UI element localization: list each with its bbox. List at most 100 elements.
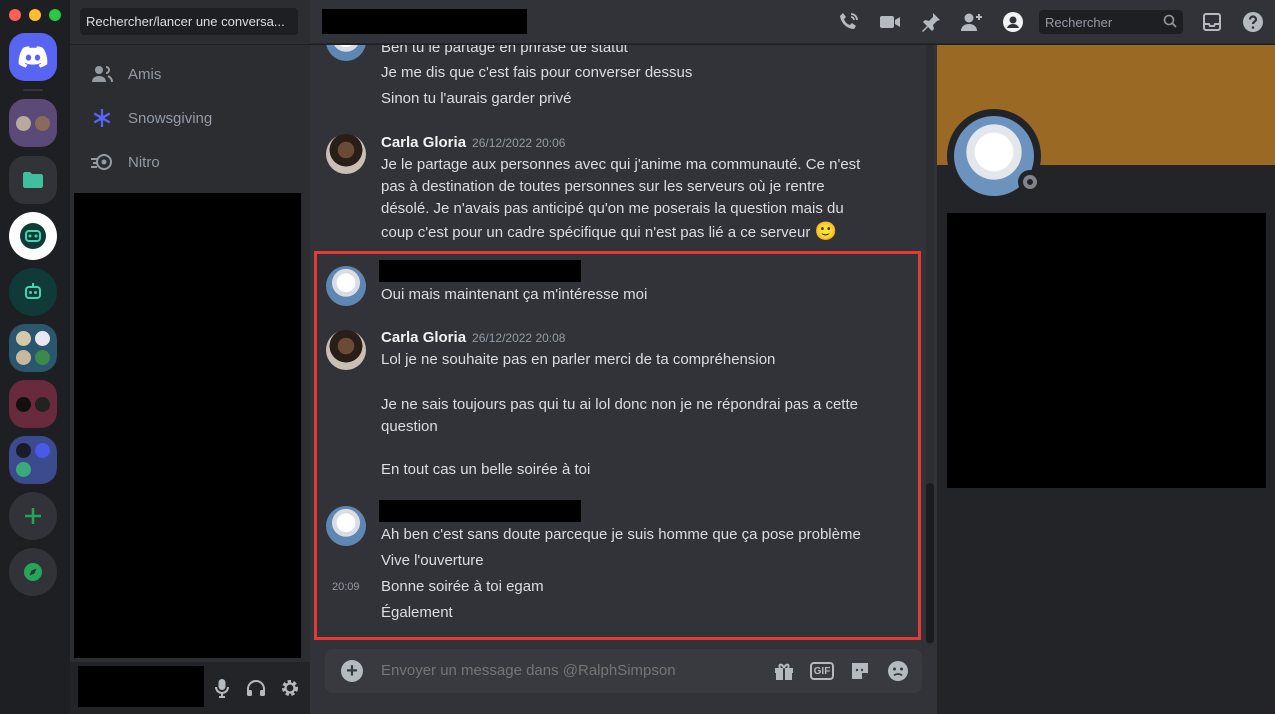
message-line: Bonne soirée à toi egam	[381, 578, 544, 595]
find-conversation-button[interactable]: Rechercher/lancer une conversa...	[80, 8, 298, 35]
message-side-timestamp: 20:09	[332, 581, 360, 593]
message-line: Ah ben c'est sans doute parceque je suis…	[381, 526, 861, 543]
start-voice-call-icon[interactable]	[837, 10, 861, 34]
search-icon	[1163, 14, 1177, 31]
rail-divider	[23, 89, 43, 91]
message-line: Vive l'ouverture	[381, 552, 484, 569]
close-window-button[interactable]	[9, 9, 21, 21]
snowflake-icon	[90, 106, 114, 130]
window-controls	[9, 9, 61, 21]
server-icon	[16, 331, 31, 347]
add-friends-icon[interactable]	[960, 10, 984, 34]
gif-icon[interactable]: GIF	[810, 662, 834, 680]
message-line: Également	[381, 604, 453, 621]
server-icon	[16, 443, 31, 459]
explore-servers-button[interactable]	[9, 548, 57, 596]
help-icon[interactable]	[1241, 10, 1265, 34]
server-icon	[34, 115, 50, 131]
message-line: Je me dis que c'est fais pour converser …	[381, 64, 693, 81]
offline-status-icon	[1018, 170, 1042, 194]
pinned-messages-icon[interactable]	[919, 10, 943, 34]
search-placeholder: Rechercher	[1045, 14, 1113, 30]
server-folder-5[interactable]	[9, 436, 57, 484]
user-panel	[70, 662, 310, 714]
upload-plus-icon[interactable]: +	[341, 660, 363, 682]
message-author[interactable]: Carla Gloria	[381, 329, 466, 346]
redacted-author-name	[379, 260, 581, 282]
redacted-profile-info	[947, 213, 1266, 488]
user-profile-panel	[937, 45, 1275, 714]
user-avatar[interactable]	[326, 134, 366, 174]
start-video-call-icon[interactable]	[878, 10, 902, 34]
sidebar-item-label: Amis	[128, 65, 162, 83]
discord-logo-icon	[18, 46, 48, 68]
microphone-icon[interactable]	[212, 678, 232, 698]
server-icon	[16, 461, 31, 477]
server-folder-1[interactable]	[9, 99, 57, 147]
add-server-button[interactable]	[9, 492, 57, 540]
slightly-smiling-emoji: 🙂	[814, 221, 837, 241]
message-line: En tout cas un belle soirée à toi	[381, 461, 591, 478]
message-timestamp: 26/12/2022 20:08	[472, 331, 566, 345]
server-bot[interactable]	[9, 268, 57, 316]
dm-sidebar: Rechercher/lancer une conversa... Amis S…	[70, 0, 310, 714]
friends-icon	[90, 62, 114, 86]
chat-area: Ben tu le partage en phrase de statut Je…	[310, 45, 937, 714]
user-avatar[interactable]	[326, 266, 366, 306]
message-input[interactable]	[381, 662, 741, 679]
server-rail	[0, 0, 70, 714]
message-text: Je le partage aux personnes avec qui j'a…	[381, 156, 861, 241]
plus-icon	[25, 508, 41, 524]
redacted-author-name	[379, 500, 581, 522]
message-composer: + GIF	[325, 649, 922, 693]
message-timestamp: 26/12/2022 20:06	[472, 136, 566, 150]
bot-server-icon	[20, 223, 46, 249]
home-button[interactable]	[9, 33, 57, 81]
nitro-icon	[90, 150, 114, 174]
discord-window: Rechercher/lancer une conversa... Amis S…	[0, 0, 1275, 714]
server-folder-2[interactable]	[9, 156, 57, 204]
message-line: Je ne sais toujours pas qui tu ai lol do…	[381, 396, 858, 435]
headphones-icon[interactable]	[246, 678, 266, 698]
sidebar-divider	[70, 44, 310, 45]
user-avatar[interactable]	[326, 506, 366, 546]
chat-scrollbar[interactable]	[926, 45, 934, 645]
message-text: Oui mais maintenant ça m'intéresse moi	[381, 286, 648, 303]
server-icon	[16, 349, 31, 365]
settings-gear-icon[interactable]	[280, 678, 300, 698]
server-folder-3[interactable]	[9, 324, 57, 372]
user-avatar[interactable]	[326, 330, 366, 370]
server-icon	[16, 396, 31, 412]
redacted-recipient-name	[322, 9, 527, 34]
compass-icon	[24, 563, 42, 581]
message-line: Lol je ne souhaite pas en parler merci d…	[381, 351, 776, 368]
server-icon	[34, 331, 50, 347]
user-avatar[interactable]	[326, 45, 366, 61]
message-header: Carla Gloria 26/12/2022 20:06	[381, 132, 881, 154]
sidebar-item-friends[interactable]: Amis	[78, 54, 302, 94]
scrollbar-thumb[interactable]	[926, 483, 934, 643]
zoom-window-button[interactable]	[49, 9, 61, 21]
profile-avatar-wrapper	[947, 109, 1042, 203]
bot-server-icon	[25, 283, 41, 299]
gift-icon[interactable]	[772, 659, 796, 683]
sidebar-item-label: Nitro	[128, 153, 160, 171]
message-header: Carla Gloria 26/12/2022 20:08	[381, 327, 881, 349]
sidebar-item-nitro[interactable]: Nitro	[78, 142, 302, 182]
inbox-icon[interactable]	[1200, 10, 1224, 34]
minimize-window-button[interactable]	[29, 9, 41, 21]
emoji-picker-icon[interactable]	[886, 659, 910, 683]
header-search-input[interactable]: Rechercher	[1039, 10, 1183, 34]
chat-header: Rechercher	[310, 0, 1275, 44]
sticker-icon[interactable]	[848, 659, 872, 683]
user-profile-icon[interactable]	[1001, 10, 1025, 34]
sidebar-item-snowsgiving[interactable]: Snowsgiving	[78, 98, 302, 138]
message-content: Je le partage aux personnes avec qui j'a…	[381, 154, 871, 244]
message-author[interactable]: Carla Gloria	[381, 134, 466, 151]
message-line: Sinon tu l'aurais garder privé	[381, 90, 572, 107]
redacted-dm-list	[74, 193, 301, 658]
server-bot-active[interactable]	[9, 212, 57, 260]
server-icon	[34, 443, 50, 459]
redacted-user-info[interactable]	[78, 666, 204, 707]
server-folder-4[interactable]	[9, 380, 57, 428]
